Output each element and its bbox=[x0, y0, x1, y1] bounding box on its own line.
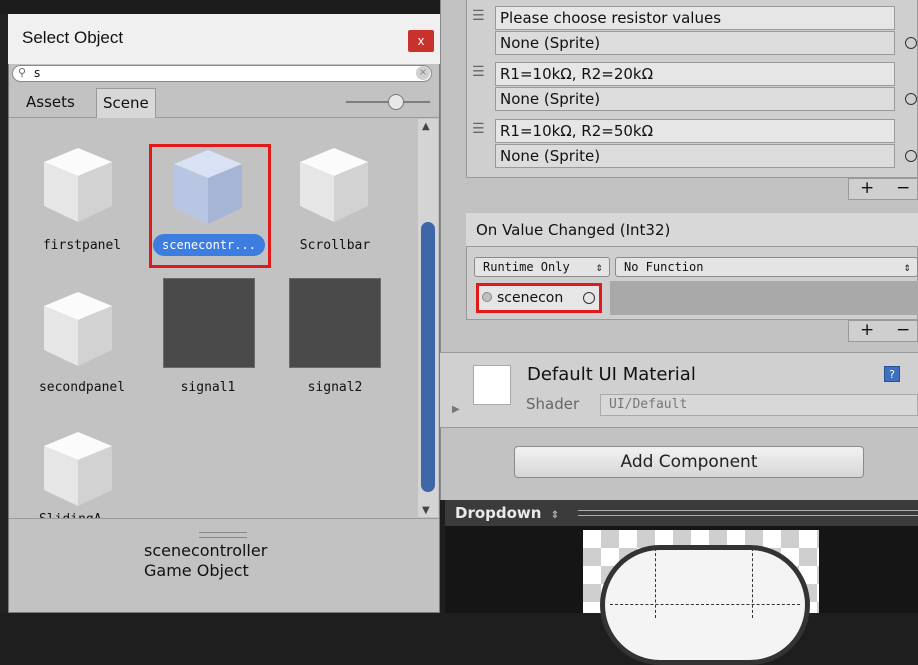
add-component-button[interactable]: Add Component bbox=[514, 446, 864, 478]
shader-dropdown[interactable]: UI/Default bbox=[600, 394, 918, 416]
foldout-arrow-icon[interactable]: ▶ bbox=[452, 404, 460, 415]
remove-listener-button[interactable]: − bbox=[896, 320, 910, 340]
tab-scene[interactable]: Scene bbox=[96, 88, 156, 118]
help-icon[interactable]: ? bbox=[884, 366, 900, 382]
cube-icon[interactable] bbox=[42, 430, 114, 508]
remove-option-button[interactable]: − bbox=[896, 178, 910, 198]
function-label: No Function bbox=[624, 260, 704, 274]
dropdown-arrow-icon: ⇕ bbox=[550, 510, 560, 521]
runtime-mode-label: Runtime Only bbox=[483, 260, 570, 274]
sprite-preview-shape bbox=[600, 545, 810, 665]
drag-handle-icon[interactable]: ☰ bbox=[472, 121, 485, 137]
selected-object-type: Game Object bbox=[144, 561, 249, 580]
option-text-field[interactable]: R1=10kΩ, R2=20kΩ bbox=[495, 62, 895, 86]
object-picker-icon[interactable] bbox=[583, 292, 595, 304]
preview-resize-grip[interactable] bbox=[578, 510, 918, 516]
drag-handle-icon[interactable]: ☰ bbox=[472, 8, 485, 24]
scrollbar-thumb[interactable] bbox=[421, 222, 435, 492]
window-title: Select Object bbox=[22, 28, 124, 47]
resize-grip-icon[interactable] bbox=[199, 532, 247, 538]
runtime-mode-dropdown[interactable]: Runtime Only ⇕ bbox=[474, 257, 610, 277]
dropdown-arrow-icon: ⇕ bbox=[903, 260, 911, 274]
option-image-field[interactable]: None (Sprite) bbox=[495, 87, 895, 111]
option-image-field[interactable]: None (Sprite) bbox=[495, 31, 895, 55]
item-label[interactable]: secondpanel bbox=[27, 380, 137, 395]
add-listener-button[interactable]: + bbox=[860, 320, 874, 340]
shader-label: Shader bbox=[526, 395, 580, 413]
item-label[interactable]: signal1 bbox=[153, 380, 263, 395]
tab-assets[interactable]: Assets bbox=[20, 88, 81, 118]
selected-object-name: scenecontroller bbox=[144, 541, 268, 560]
object-picker-icon[interactable]: o bbox=[905, 37, 917, 49]
search-input[interactable] bbox=[34, 65, 394, 81]
sprite-thumbnail[interactable] bbox=[289, 278, 381, 368]
divider bbox=[9, 518, 439, 519]
object-picker-icon[interactable]: o bbox=[905, 93, 917, 105]
material-name: Default UI Material bbox=[527, 364, 696, 385]
selection-highlight-box bbox=[149, 144, 271, 268]
option-text-field[interactable]: Please choose resistor values bbox=[495, 6, 895, 30]
material-thumbnail bbox=[473, 365, 511, 405]
item-label[interactable]: Scrollbar bbox=[280, 238, 390, 253]
sprite-thumbnail[interactable] bbox=[163, 278, 255, 368]
clear-search-icon[interactable]: × bbox=[416, 66, 430, 80]
target-object-field[interactable]: scenecon bbox=[476, 283, 602, 313]
search-icon: ⚲ bbox=[18, 66, 27, 79]
scroll-up-arrow-icon[interactable]: ▲ bbox=[422, 121, 430, 132]
event-title: On Value Changed (Int32) bbox=[466, 213, 918, 247]
scroll-down-arrow-icon[interactable]: ▼ bbox=[422, 505, 430, 516]
cube-icon[interactable] bbox=[42, 146, 114, 224]
event-target-row bbox=[610, 281, 918, 315]
option-text-field[interactable]: R1=10kΩ, R2=50kΩ bbox=[495, 119, 895, 143]
editor-topbar bbox=[0, 0, 440, 14]
function-dropdown[interactable]: No Function ⇕ bbox=[615, 257, 918, 277]
item-label[interactable]: signal2 bbox=[280, 380, 390, 395]
preview-title: Dropdown bbox=[455, 504, 542, 522]
close-button[interactable]: x bbox=[408, 30, 434, 52]
drag-handle-icon[interactable]: ☰ bbox=[472, 64, 485, 80]
object-picker-icon[interactable]: o bbox=[905, 150, 917, 162]
add-option-button[interactable]: + bbox=[860, 178, 874, 198]
cube-icon[interactable] bbox=[42, 290, 114, 368]
option-image-field[interactable]: None (Sprite) bbox=[495, 144, 895, 168]
slice-guide bbox=[655, 548, 656, 618]
gameobject-icon bbox=[482, 292, 492, 302]
slice-guide bbox=[752, 548, 753, 618]
slider-handle[interactable] bbox=[388, 94, 404, 110]
slice-guide bbox=[610, 604, 800, 605]
item-label[interactable]: firstpanel bbox=[27, 238, 137, 253]
target-object-name: scenecon bbox=[497, 290, 564, 306]
cube-icon[interactable] bbox=[298, 146, 370, 224]
dropdown-arrow-icon: ⇕ bbox=[595, 260, 603, 274]
